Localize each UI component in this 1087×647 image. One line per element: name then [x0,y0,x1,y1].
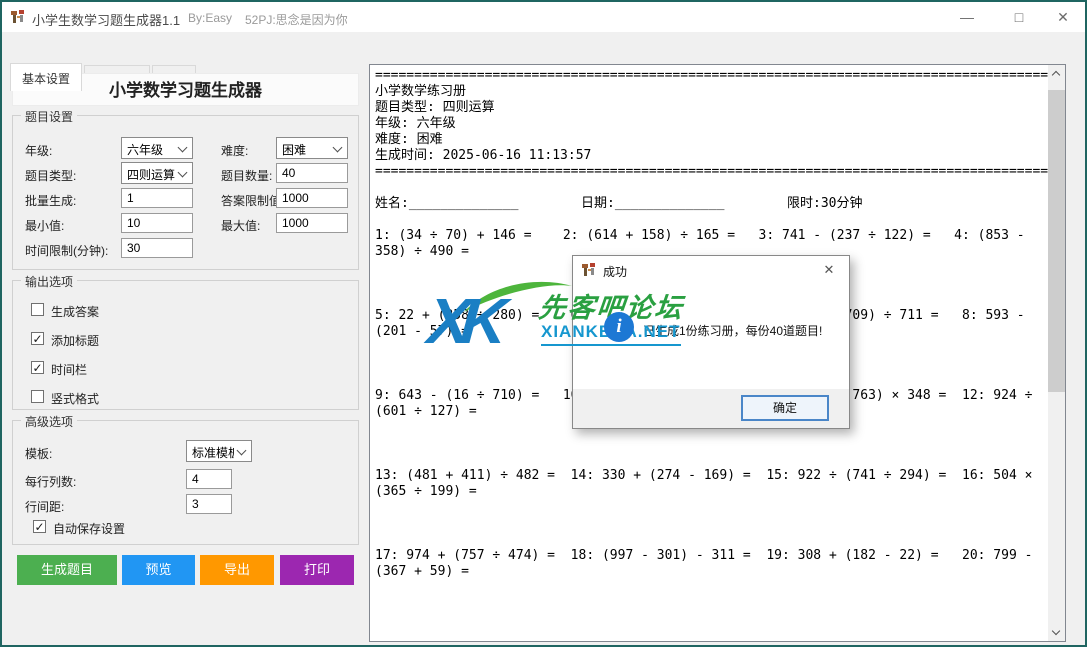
vertical-scrollbar[interactable] [1048,65,1065,641]
scroll-up-icon[interactable] [1048,65,1065,82]
app-icon [10,9,26,25]
checkbox-icon [31,303,44,316]
minimize-button[interactable]: — [950,2,984,32]
close-button[interactable]: ✕ [1046,2,1080,32]
window-credit: 52PJ:思念是因为你 [245,11,348,28]
ok-button[interactable]: 确定 [741,395,829,421]
dialog-footer: 确定 [573,389,849,428]
dialog-close-icon[interactable]: ✕ [809,256,849,284]
advanced-options-group: 高级选项 模板: 标准模板 每行列数: 4 行间距: 3 ✓ 自动保存设置 [12,420,359,545]
checkbox-icon: ✓ [33,520,46,533]
group-label: 题目设置 [21,108,77,125]
difficulty-label: 难度: [221,142,248,159]
columns-label: 每行列数: [25,473,76,490]
window-author: By:Easy [188,11,232,25]
max-label: 最大值: [221,217,260,234]
tab-strip: 基本设置 使用统计 帮助 [2,32,1085,61]
maximize-button[interactable]: □ [1002,2,1036,32]
question-settings-group: 题目设置 年级: 六年级 难度: 困难 题目类型: 四则运算 题目数量: 40 … [12,115,359,270]
export-button[interactable]: 导出 [200,555,274,585]
time-limit-input[interactable]: 30 [121,238,193,258]
checkbox-icon: ✓ [31,361,44,374]
preview-button[interactable]: 预览 [122,555,195,585]
row-spacing-input[interactable]: 3 [186,494,232,514]
success-dialog: 成功 ✕ 已生成1份练习册，每份40道题目! 确定 [572,255,850,429]
group-label: 输出选项 [21,273,77,290]
info-icon: i [604,312,634,342]
answer-limit-label: 答案限制值: [221,192,284,209]
max-input[interactable]: 1000 [276,213,348,233]
scroll-down-icon[interactable] [1048,624,1065,641]
batch-input[interactable]: 1 [121,188,193,208]
row-spacing-label: 行间距: [25,498,64,515]
dialog-title: 成功 [603,263,627,280]
output-options-group: 输出选项 生成答案 ✓ 添加标题 ✓ 时间栏 竖式格式 [12,280,359,410]
scrollbar-thumb[interactable] [1048,90,1065,392]
app-window: 小学生数学习题生成器1.1 By:Easy 52PJ:思念是因为你 — □ ✕ … [0,0,1087,647]
type-label: 题目类型: [25,167,76,184]
title-bar: 小学生数学习题生成器1.1 By:Easy 52PJ:思念是因为你 — □ ✕ [2,2,1085,32]
chevron-down-icon [237,446,247,456]
chevron-down-icon [178,143,188,153]
type-select[interactable]: 四则运算 [121,162,193,184]
count-input[interactable]: 40 [276,163,348,183]
template-label: 模板: [25,445,52,462]
min-label: 最小值: [25,217,64,234]
dialog-title-bar: 成功 ✕ [573,256,849,284]
dialog-app-icon [581,262,597,278]
generate-button[interactable]: 生成题目 [17,555,117,585]
template-select[interactable]: 标准模板 [186,440,252,462]
batch-label: 批量生成: [25,192,76,209]
grade-label: 年级: [25,142,52,159]
count-label: 题目数量: [221,167,272,184]
print-button[interactable]: 打印 [280,555,354,585]
tab-basic-settings[interactable]: 基本设置 [10,63,82,91]
chevron-down-icon [333,143,343,153]
difficulty-select[interactable]: 困难 [276,137,348,159]
checkbox-icon: ✓ [31,332,44,345]
group-label: 高级选项 [21,413,77,430]
grade-select[interactable]: 六年级 [121,137,193,159]
window-title: 小学生数学习题生成器1.1 [32,10,180,29]
dialog-message: 已生成1份练习册，每份40道题目! [643,322,822,339]
columns-input[interactable]: 4 [186,469,232,489]
checkbox-icon [31,390,44,403]
time-limit-label: 时间限制(分钟): [25,242,108,259]
min-input[interactable]: 10 [121,213,193,233]
answer-limit-input[interactable]: 1000 [276,188,348,208]
chevron-down-icon [178,168,188,178]
